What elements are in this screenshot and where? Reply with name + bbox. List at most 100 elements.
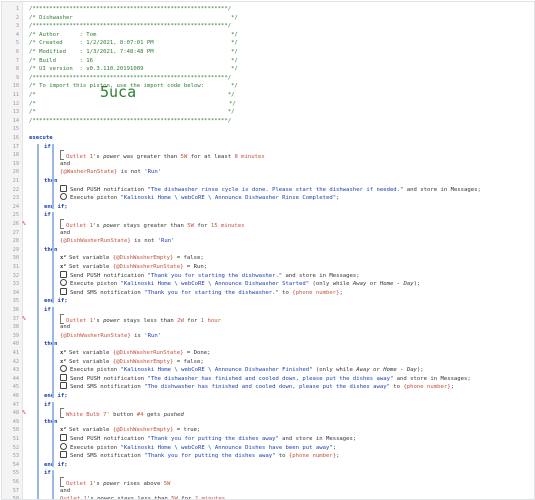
token: end if; — [44, 461, 68, 468]
token: if — [44, 307, 51, 313]
token: if — [44, 212, 51, 219]
if-block-bar — [52, 401, 54, 467]
if-block-bar — [52, 470, 54, 499]
token: Execute piston — [70, 195, 121, 202]
token: is not — [130, 238, 158, 245]
token: "Kalinoski Home \ webCoRE \ Announce Dis… — [120, 281, 310, 288]
token: "The dishwasher has finished and cooled … — [144, 384, 390, 391]
token: {@DishWasherEmpty} — [112, 427, 174, 434]
token: Set variable — [69, 255, 113, 262]
token: Execute piston — [70, 281, 121, 288]
if-block-bar — [52, 143, 54, 209]
piston-icon — [60, 365, 67, 373]
message-icon — [60, 184, 67, 192]
token: Away — [356, 367, 370, 374]
token: {@DishWasherEmpty} — [112, 255, 174, 262]
token: "Kalinoski Home \ webCoRE \ Announce Dis… — [120, 444, 333, 451]
token: is not — [117, 169, 145, 176]
token: if — [44, 143, 51, 150]
token: and — [60, 324, 71, 331]
token: to — [278, 289, 293, 296]
message-icon — [60, 434, 67, 441]
if-block-bar — [52, 212, 54, 304]
token: or — [366, 281, 380, 288]
token: is — [130, 332, 145, 339]
token: Send PUSH notification — [70, 375, 148, 382]
token: ; — [339, 289, 343, 296]
token: then — [44, 418, 58, 425]
token: {phone number} — [292, 289, 340, 296]
token: {@DishWasherRunState} — [60, 332, 131, 339]
message-icon — [60, 287, 67, 295]
token: 2 minutes — [194, 496, 226, 500]
token: Set variable — [69, 358, 113, 365]
token: {@DishWasherEmpty} — [112, 358, 174, 365]
statement[interactable]: Outlet 1's power stays less than 5W for … — [60, 494, 226, 500]
token: stays less than — [113, 496, 172, 500]
if-block-bar — [52, 307, 54, 398]
token: ); — [413, 281, 421, 288]
token: and store in Messages; — [393, 375, 471, 382]
token: ; — [450, 384, 454, 391]
token: 'Run' — [144, 169, 162, 176]
piston-icon — [60, 279, 67, 287]
token: if — [44, 401, 51, 408]
token: and — [60, 229, 71, 236]
code-line: 58 Outlet 1's power stays less than 5W fo… — [2, 494, 534, 500]
token: {@DishWasherRunState} — [112, 264, 184, 270]
token: Send PUSH notification — [70, 186, 148, 193]
token: Execute piston — [70, 367, 121, 374]
token: and — [60, 160, 71, 167]
token: 5W — [171, 496, 178, 500]
token: Home - Day — [383, 367, 417, 374]
token: = false; — [173, 255, 204, 262]
token: Set variable — [69, 427, 113, 434]
token: Set variable — [69, 350, 113, 356]
message-icon — [60, 270, 67, 278]
token: or — [369, 367, 384, 374]
token: {@DishWasherRunState} — [112, 350, 184, 356]
piston-icon — [60, 442, 67, 450]
piston-code-view: 1/**************************************… — [1, 1, 535, 500]
token: "The dishwasher rinse cycle is done. Ple… — [147, 186, 404, 193]
token: {@WasherRunState} — [60, 169, 118, 176]
token: (only while — [309, 281, 353, 288]
token: ; — [332, 444, 337, 451]
token: "The dishwasher has finished and cooled … — [147, 375, 394, 382]
message-icon — [60, 373, 67, 381]
token: {phone number} — [403, 384, 451, 391]
token: Send PUSH notification — [70, 272, 148, 279]
token: Away — [352, 281, 367, 288]
token: Execute piston — [70, 444, 121, 451]
message-icon — [60, 382, 67, 390]
token: 'Run' — [157, 238, 175, 245]
token: = Run; — [183, 264, 208, 270]
token: = Done; — [183, 350, 211, 356]
token: {@DishWasherRunState} — [60, 238, 131, 245]
token: (only while — [312, 367, 357, 374]
import-code: 5uca — [100, 83, 137, 101]
token: end if; — [44, 298, 68, 305]
token: {phone number} — [288, 453, 337, 460]
token: "Thank you for putting the dishes away" — [144, 453, 276, 460]
token: Send SMS notification — [70, 384, 145, 391]
token: and store in Messages; — [403, 186, 481, 193]
token: and — [60, 487, 71, 494]
token: Outlet 1 — [60, 496, 87, 500]
token: "Kalinoski Home \ webCoRE \ Announce Dis… — [120, 367, 313, 374]
token: Send SMS notification — [70, 289, 145, 296]
token: Send PUSH notification — [70, 436, 148, 442]
token: "Thank you for starting the dishwasher." — [144, 289, 279, 296]
token: ; — [336, 453, 340, 460]
token: Set variable — [69, 264, 113, 270]
token: 's — [86, 496, 98, 500]
token: Send SMS notification — [70, 453, 145, 460]
message-icon — [60, 451, 67, 459]
token: to — [275, 453, 289, 460]
token: power — [97, 496, 114, 500]
token: then — [44, 178, 58, 184]
token: Home - Day — [379, 281, 414, 288]
token: then — [44, 341, 58, 348]
execute-block-bar — [37, 143, 39, 499]
token: ; — [336, 195, 340, 202]
